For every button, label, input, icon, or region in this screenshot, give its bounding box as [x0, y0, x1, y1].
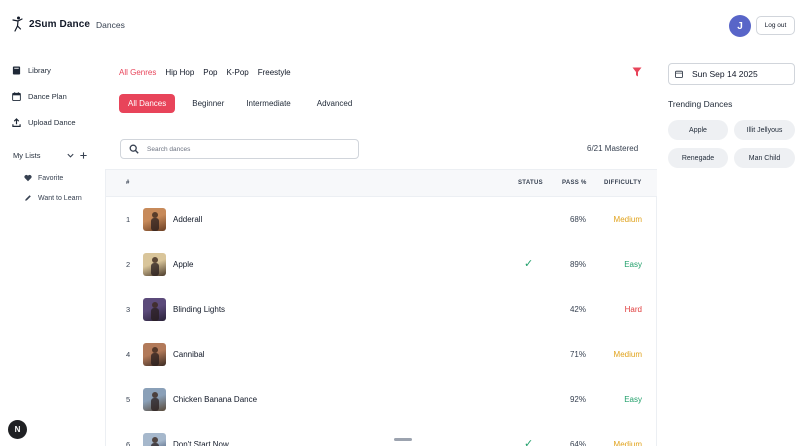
trending-title: Trending Dances: [668, 99, 733, 109]
difficulty-label: Medium: [613, 215, 642, 224]
header-rank: #: [126, 180, 130, 186]
header-difficulty: DIFFICULTY: [604, 180, 642, 186]
list-item-label: Favorite: [38, 174, 64, 182]
dancer-icon: [12, 16, 23, 32]
level-tab-intermediate[interactable]: Intermediate: [233, 94, 299, 113]
my-lists-header: My Lists: [13, 151, 88, 160]
mastered-count: 6/21 Mastered: [587, 144, 639, 153]
header-status: STATUS: [518, 180, 543, 186]
dance-thumbnail: [143, 298, 166, 321]
upload-icon: [12, 118, 21, 127]
calendar-icon: [12, 92, 21, 101]
top-bar: 2Sum Dance Dances J Log out: [0, 0, 806, 50]
genre-tab-all[interactable]: All Genres: [119, 68, 156, 77]
pass-percent: 71%: [569, 350, 586, 359]
difficulty-label: Medium: [613, 440, 642, 446]
filter-icon[interactable]: [632, 67, 642, 77]
sidebar-item-label: Library: [28, 66, 51, 75]
table-row[interactable]: 5 Chicken Banana Dance 92% Easy: [106, 377, 657, 422]
book-icon: [12, 66, 21, 75]
level-tab-advanced[interactable]: Advanced: [300, 94, 362, 113]
pencil-icon: [25, 195, 31, 201]
dance-name[interactable]: Apple: [173, 260, 193, 269]
scroll-handle[interactable]: [394, 438, 412, 441]
dance-thumbnail: [143, 253, 166, 276]
table-header: # STATUS PASS % DIFFICULTY: [106, 169, 657, 197]
status-check-icon: ✓: [524, 258, 534, 270]
pass-percent: 92%: [569, 395, 586, 404]
dance-name[interactable]: Cannibal: [173, 350, 205, 359]
row-rank: 4: [126, 350, 131, 359]
row-rank: 6: [126, 440, 131, 446]
pass-percent: 68%: [569, 215, 586, 224]
level-tab-all[interactable]: All Dances: [119, 94, 176, 113]
difficulty-label: Medium: [613, 350, 642, 359]
date-value: Sun Sep 14 2025: [692, 69, 758, 79]
chevron-down-icon[interactable]: [66, 151, 75, 160]
trending-chip[interactable]: Man Child: [734, 148, 795, 168]
date-picker[interactable]: Sun Sep 14 2025: [668, 63, 795, 85]
my-lists-title: My Lists: [13, 151, 41, 160]
status-check-icon: ✓: [524, 438, 534, 446]
sidebar-item-library[interactable]: Library: [12, 66, 51, 75]
logout-button[interactable]: Log out: [756, 16, 795, 35]
sidebar-item-dance-plan[interactable]: Dance Plan: [12, 92, 67, 101]
pass-percent: 64%: [569, 440, 586, 446]
difficulty-label: Easy: [624, 260, 642, 269]
table-row[interactable]: 4 Cannibal 71% Medium: [106, 332, 657, 377]
row-rank: 3: [126, 305, 131, 314]
dance-name[interactable]: Chicken Banana Dance: [173, 395, 257, 404]
dance-thumbnail: [143, 208, 166, 231]
trending-chip[interactable]: Apple: [668, 120, 728, 140]
pass-percent: 89%: [569, 260, 586, 269]
list-item-want-to-learn[interactable]: Want to Learn: [24, 194, 82, 202]
genre-tab-pop[interactable]: Pop: [203, 68, 217, 77]
level-tab-beginner[interactable]: Beginner: [183, 94, 233, 113]
search-box: [120, 139, 359, 159]
table-row[interactable]: 6 Don't Start Now ✓ 64% Medium: [106, 422, 657, 446]
genre-tab-freestyle[interactable]: Freestyle: [258, 68, 291, 77]
sidebar-item-label: Dance Plan: [28, 92, 67, 101]
row-rank: 1: [126, 215, 131, 224]
genre-tab-k-pop[interactable]: K-Pop: [227, 68, 249, 77]
trending-chip[interactable]: Illit Jellyous: [734, 120, 795, 140]
dance-thumbnail: [143, 388, 166, 411]
row-rank: 2: [126, 260, 131, 269]
add-list-icon[interactable]: [79, 151, 88, 160]
difficulty-label: Hard: [624, 305, 642, 314]
list-item-favorite[interactable]: Favorite: [24, 174, 63, 182]
row-rank: 5: [126, 395, 131, 404]
app-name: 2Sum Dance: [29, 18, 91, 30]
header-pass: PASS %: [562, 180, 587, 186]
app-logo[interactable]: 2Sum Dance: [12, 16, 90, 32]
pass-percent: 42%: [569, 305, 586, 314]
user-avatar[interactable]: J: [729, 15, 751, 37]
table-row[interactable]: 2 Apple ✓ 89% Easy: [106, 242, 657, 287]
dev-tools-badge[interactable]: N: [8, 420, 27, 439]
dance-thumbnail: [143, 433, 166, 446]
search-icon: [129, 144, 139, 154]
dance-name[interactable]: Adderall: [173, 215, 202, 224]
dance-thumbnail: [143, 343, 166, 366]
heart-icon: [24, 174, 32, 182]
sidebar-item-label: Upload Dance: [28, 118, 76, 127]
level-tabs: All Dances Beginner Intermediate Advance…: [119, 94, 361, 113]
search-input[interactable]: [147, 145, 347, 153]
trending-chip[interactable]: Renegade: [668, 148, 728, 168]
sidebar-item-upload-dance[interactable]: Upload Dance: [12, 118, 76, 127]
genre-tabs: All Genres Hip Hop Pop K-Pop Freestyle: [119, 68, 291, 77]
difficulty-label: Easy: [624, 395, 642, 404]
dance-name[interactable]: Don't Start Now: [173, 440, 229, 446]
calendar-icon: [675, 70, 683, 78]
table-row[interactable]: 3 Blinding Lights 42% Hard: [106, 287, 657, 332]
genre-tab-hip-hop[interactable]: Hip Hop: [165, 68, 194, 77]
nav-link-dances[interactable]: Dances: [96, 20, 125, 30]
dances-table: # STATUS PASS % DIFFICULTY 1 Adderall 68% M…: [105, 169, 657, 446]
dance-name[interactable]: Blinding Lights: [173, 305, 225, 314]
list-item-label: Want to Learn: [38, 194, 82, 202]
table-row[interactable]: 1 Adderall 68% Medium: [106, 197, 657, 242]
